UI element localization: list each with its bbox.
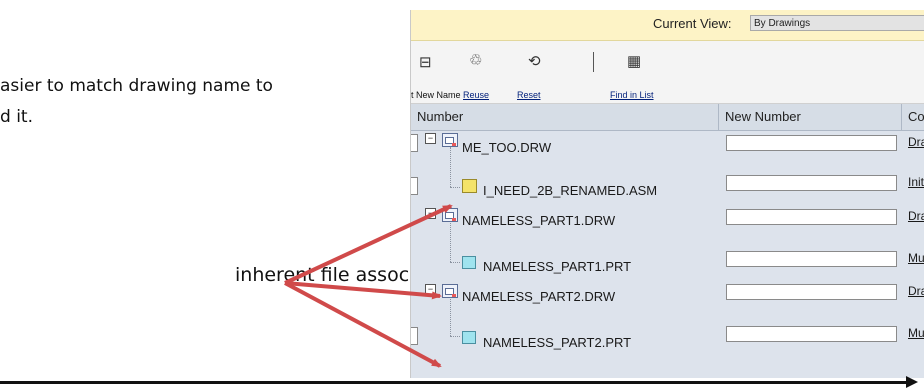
table-row[interactable]: − NAMELESS_PART1.DRW Dra [411, 205, 924, 239]
row-selector[interactable] [411, 134, 418, 152]
column-number[interactable]: Number [411, 104, 719, 130]
file-name: I_NEED_2B_RENAMED.ASM [483, 183, 658, 198]
assembly-icon [462, 179, 477, 193]
comment-link[interactable]: Init [908, 175, 924, 189]
file-name: NAMELESS_PART1.DRW [462, 213, 616, 228]
column-comment[interactable]: Co [902, 104, 924, 130]
file-name: ME_TOO.DRW [462, 140, 552, 155]
column-new-number[interactable]: New Number [719, 104, 902, 130]
table-row[interactable]: − ME_TOO.DRW Dra [411, 131, 924, 165]
new-number-input[interactable] [726, 284, 897, 300]
comment-link[interactable]: Dra [908, 284, 924, 298]
table-row[interactable]: NAMELESS_PART2.PRT Mu [411, 316, 924, 350]
reset-icon[interactable]: ⟲ [528, 52, 541, 70]
caption-line-2: d it. [0, 107, 33, 127]
drawing-icon [442, 284, 458, 298]
new-number-input[interactable] [726, 209, 897, 225]
table-row[interactable]: I_NEED_2B_RENAMED.ASM Init [411, 168, 924, 202]
comment-link[interactable]: Dra [908, 209, 924, 223]
row-selector[interactable] [411, 327, 418, 345]
file-name: NAMELESS_PART1.PRT [483, 259, 632, 274]
collapse-icon[interactable]: − [425, 284, 436, 295]
caption-line-1: asier to match drawing name to [0, 76, 273, 96]
file-table: − ME_TOO.DRW Dra I_NEED_2B_RENAMED.ASM I… [411, 131, 924, 378]
new-number-input[interactable] [726, 175, 897, 191]
new-name-icon[interactable]: ⊟ [419, 53, 432, 71]
current-view-bar: Current View: By Drawings [411, 10, 924, 41]
collapse-icon[interactable]: − [425, 133, 436, 144]
comment-link[interactable]: Dra [908, 135, 924, 149]
toolbar-separator [593, 52, 594, 72]
file-name: NAMELESS_PART2.PRT [483, 335, 632, 350]
comment-link[interactable]: Mu [908, 326, 924, 340]
file-name: NAMELESS_PART2.DRW [462, 289, 616, 304]
row-selector[interactable] [411, 177, 418, 195]
new-number-input[interactable] [726, 135, 897, 151]
comment-link[interactable]: Mu [908, 251, 924, 265]
current-view-label: Current View: [653, 16, 732, 31]
toolbar: ⊟ t New Name ♲ Reuse ⟲ Reset ▦ Find in L… [411, 41, 924, 104]
bottom-rule-arrowhead [906, 376, 918, 388]
drawing-icon [442, 208, 458, 222]
table-header: Number New Number Co [411, 104, 924, 131]
bottom-rule [0, 381, 914, 384]
table-row[interactable]: NAMELESS_PART1.PRT Mu [411, 242, 924, 276]
new-number-input[interactable] [726, 251, 897, 267]
collapse-icon[interactable]: − [425, 208, 436, 219]
rename-dialog: Current View: By Drawings ⊟ t New Name ♲… [410, 10, 924, 378]
table-row[interactable]: − NAMELESS_PART2.DRW Dra [411, 279, 924, 313]
part-icon [462, 331, 476, 344]
reuse-icon[interactable]: ♲ [469, 51, 482, 69]
find-in-list-icon[interactable]: ▦ [627, 52, 641, 70]
new-name-button[interactable]: t New Name [411, 90, 461, 100]
drawing-icon [442, 133, 458, 147]
new-number-input[interactable] [726, 326, 897, 342]
find-in-list-button[interactable]: Find in List [610, 90, 654, 100]
part-icon [462, 256, 476, 269]
current-view-select[interactable]: By Drawings [750, 15, 924, 31]
reuse-button[interactable]: Reuse [463, 90, 489, 100]
reset-button[interactable]: Reset [517, 90, 541, 100]
